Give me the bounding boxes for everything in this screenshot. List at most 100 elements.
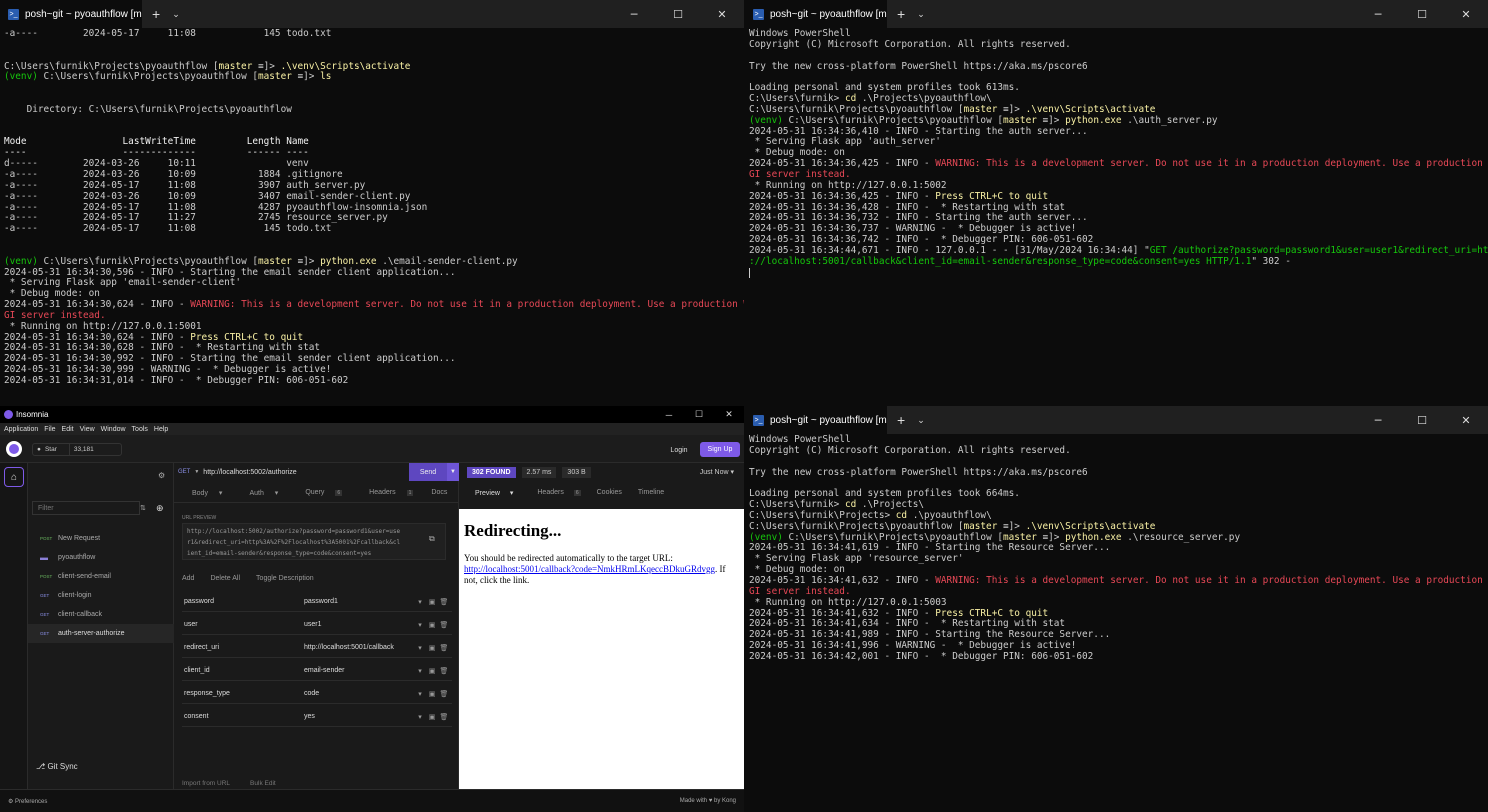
- tab-headers[interactable]: Headers 1: [351, 489, 422, 502]
- chevron-down-icon[interactable]: ▾: [414, 713, 426, 721]
- tab-query[interactable]: Query 6: [287, 489, 351, 502]
- terminal-tab[interactable]: >_ posh~git ~ pyoauthflow [mas ✕: [745, 0, 887, 28]
- sidebar-item-client-callback[interactable]: GET client-callback: [28, 605, 174, 624]
- menu-window[interactable]: Window: [101, 426, 126, 433]
- terminal-output[interactable]: Windows PowerShell Copyright (C) Microsof…: [745, 434, 1488, 664]
- menu-help[interactable]: Help: [154, 426, 168, 433]
- menu-file[interactable]: File: [44, 426, 55, 433]
- minimize-icon[interactable]: ─: [1356, 406, 1400, 434]
- param-value[interactable]: password1: [304, 598, 414, 605]
- terminal-output[interactable]: Windows PowerShell Copyright (C) Microsof…: [745, 28, 1488, 280]
- tab-body[interactable]: Body ▾: [174, 489, 231, 502]
- preferences-button[interactable]: ⚙ Preferences: [8, 798, 47, 805]
- chevron-down-icon[interactable]: ▼: [447, 463, 459, 481]
- param-row[interactable]: consent yes ▾ ▣ 🗑: [182, 707, 452, 727]
- filter-input[interactable]: Filter: [32, 501, 140, 515]
- param-key[interactable]: password: [182, 598, 304, 605]
- chevron-down-icon[interactable]: ⌄: [917, 9, 925, 20]
- tab-auth[interactable]: Auth ▾: [231, 489, 287, 502]
- insomnia-logo-icon[interactable]: [6, 441, 22, 457]
- trash-icon[interactable]: 🗑: [438, 598, 450, 606]
- param-row[interactable]: password password1 ▾ ▣ 🗑: [182, 592, 452, 612]
- chevron-down-icon[interactable]: ▾: [414, 690, 426, 698]
- trash-icon[interactable]: 🗑: [438, 644, 450, 652]
- close-icon[interactable]: ✕: [714, 406, 744, 423]
- param-value[interactable]: user1: [304, 621, 414, 628]
- terminal-tab[interactable]: >_ posh~git ~ pyoauthflow [mas ✕: [745, 406, 887, 434]
- sort-icon[interactable]: ⇅: [140, 504, 146, 512]
- close-icon[interactable]: ✕: [1444, 0, 1488, 28]
- param-value[interactable]: http://localhost:5001/callback: [304, 644, 414, 651]
- chevron-down-icon[interactable]: ▾: [414, 598, 426, 606]
- sidebar-item-auth-server-authorize[interactable]: GET auth-server-authorize: [28, 624, 174, 643]
- sidebar-item-client-login[interactable]: GET client-login: [28, 586, 174, 605]
- tab-response-headers[interactable]: Headers 6: [521, 489, 588, 503]
- maximize-icon[interactable]: ☐: [1400, 406, 1444, 434]
- sidebar-item-client-send-email[interactable]: POST client-send-email: [28, 567, 174, 586]
- git-sync-button[interactable]: ⎇ Git Sync: [36, 762, 78, 771]
- param-key[interactable]: redirect_uri: [182, 644, 304, 651]
- url-input[interactable]: http://localhost:5002/authorize: [203, 469, 296, 476]
- sidebar-item-folder[interactable]: ▬ pyoauthflow: [28, 548, 174, 567]
- minimize-icon[interactable]: ─: [612, 0, 656, 28]
- menu-view[interactable]: View: [80, 426, 95, 433]
- new-tab-icon[interactable]: +: [897, 412, 905, 428]
- maximize-icon[interactable]: ☐: [656, 0, 700, 28]
- checkbox-icon[interactable]: ▣: [426, 621, 438, 629]
- menu-edit[interactable]: Edit: [62, 426, 74, 433]
- trash-icon[interactable]: 🗑: [438, 690, 450, 698]
- bulk-edit-button[interactable]: Bulk Edit: [250, 780, 276, 787]
- chevron-down-icon[interactable]: ▾: [414, 667, 426, 675]
- minimize-icon[interactable]: ─: [654, 406, 684, 423]
- param-key[interactable]: response_type: [182, 690, 304, 697]
- param-key[interactable]: consent: [182, 713, 304, 720]
- chevron-down-icon[interactable]: ▾: [414, 621, 426, 629]
- minimize-icon[interactable]: ─: [1356, 0, 1400, 28]
- new-tab-icon[interactable]: +: [897, 6, 905, 22]
- checkbox-icon[interactable]: ▣: [426, 690, 438, 698]
- tab-timeline[interactable]: Timeline: [630, 489, 672, 503]
- menu-tools[interactable]: Tools: [132, 426, 148, 433]
- new-tab-icon[interactable]: +: [152, 6, 160, 22]
- close-icon[interactable]: ✕: [700, 0, 744, 28]
- import-from-url-button[interactable]: Import from URL: [182, 780, 230, 787]
- chevron-down-icon[interactable]: ⌄: [917, 415, 925, 426]
- chevron-down-icon[interactable]: ⌄: [172, 9, 180, 20]
- tab-cookies[interactable]: Cookies: [589, 489, 630, 503]
- tab-docs[interactable]: Docs: [422, 489, 456, 502]
- signup-button[interactable]: Sign Up: [700, 442, 740, 457]
- param-row[interactable]: response_type code ▾ ▣ 🗑: [182, 684, 452, 704]
- menu-application[interactable]: Application: [4, 426, 38, 433]
- checkbox-icon[interactable]: ▣: [426, 667, 438, 675]
- trash-icon[interactable]: 🗑: [438, 713, 450, 721]
- copy-icon[interactable]: ⧉: [429, 534, 435, 544]
- terminal-tab[interactable]: >_ posh~git ~ pyoauthflow [mas ✕: [0, 0, 142, 28]
- sidebar-item-new-request[interactable]: POST New Request: [28, 529, 174, 548]
- terminal-window-email-client[interactable]: >_ posh~git ~ pyoauthflow [mas ✕ + ⌄ ─ ☐…: [0, 0, 744, 403]
- chevron-down-icon[interactable]: ▾: [414, 644, 426, 652]
- add-param-button[interactable]: Add: [182, 575, 194, 582]
- chevron-down-icon[interactable]: ▼: [194, 469, 199, 475]
- login-button[interactable]: Login: [664, 443, 694, 457]
- param-row[interactable]: client_id email-sender ▾ ▣ 🗑: [182, 661, 452, 681]
- checkbox-icon[interactable]: ▣: [426, 598, 438, 606]
- terminal-window-auth-server[interactable]: >_ posh~git ~ pyoauthflow [mas ✕ + ⌄ ─ ☐…: [745, 0, 1488, 403]
- param-key[interactable]: client_id: [182, 667, 304, 674]
- github-star-button[interactable]: ● Star 33,181: [32, 443, 122, 456]
- history-dropdown[interactable]: Just Now ▾: [700, 468, 734, 476]
- close-icon[interactable]: ✕: [1444, 406, 1488, 434]
- terminal-window-resource-server[interactable]: >_ posh~git ~ pyoauthflow [mas ✕ + ⌄ ─ ☐…: [745, 406, 1488, 812]
- checkbox-icon[interactable]: ▣: [426, 644, 438, 652]
- send-button[interactable]: Send: [409, 463, 447, 481]
- param-key[interactable]: user: [182, 621, 304, 628]
- trash-icon[interactable]: 🗑: [438, 621, 450, 629]
- tab-preview[interactable]: Preview ▾: [459, 489, 521, 503]
- maximize-icon[interactable]: ☐: [684, 406, 714, 423]
- redirect-link[interactable]: http://localhost:5001/callback?code=NmkH…: [464, 564, 715, 574]
- gear-icon[interactable]: ⚙: [158, 471, 165, 480]
- param-row[interactable]: redirect_uri http://localhost:5001/callba…: [182, 638, 452, 658]
- param-value[interactable]: yes: [304, 713, 414, 720]
- param-value[interactable]: code: [304, 690, 414, 697]
- terminal-output[interactable]: -a---- 2024-05-17 11:08 145 todo.txt C:\…: [0, 28, 744, 388]
- toggle-description-button[interactable]: Toggle Description: [256, 575, 314, 582]
